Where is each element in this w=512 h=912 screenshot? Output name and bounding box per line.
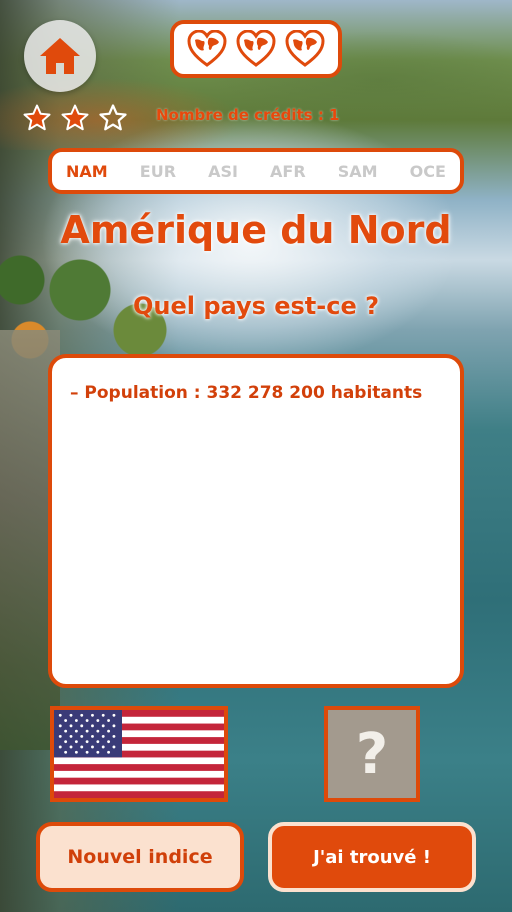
mystery-card[interactable]: ? <box>324 706 420 802</box>
tab-asi[interactable]: ASI <box>208 162 238 181</box>
question-text: Quel pays est-ce ? <box>132 292 380 320</box>
star-empty-icon <box>99 104 127 131</box>
heart-globe-icon <box>285 30 325 67</box>
us-flag-icon <box>54 710 224 798</box>
hints-panel: – Population : 332 278 200 habitants <box>48 354 464 688</box>
heart-globe-icon <box>236 30 276 67</box>
tab-sam[interactable]: SAM <box>338 162 378 181</box>
tab-afr[interactable]: AFR <box>270 162 306 181</box>
flag-card[interactable] <box>50 706 228 802</box>
home-button[interactable] <box>24 20 96 92</box>
rating-stars <box>22 102 128 134</box>
heart-globe-icon <box>187 30 227 67</box>
star-filled-icon <box>61 104 89 131</box>
lives-panel <box>170 20 342 78</box>
region-tabs: NAM EUR ASI AFR SAM OCE <box>48 148 464 194</box>
credits-label: Nombre de crédits : 1 <box>156 106 340 124</box>
hint-item: – Population : 332 278 200 habitants <box>70 383 423 403</box>
home-icon <box>40 38 80 74</box>
tab-nam[interactable]: NAM <box>66 162 108 181</box>
question-mark-icon: ? <box>355 721 389 787</box>
tab-oce[interactable]: OCE <box>410 162 446 181</box>
tab-eur[interactable]: EUR <box>140 162 176 181</box>
star-filled-icon <box>23 104 51 131</box>
found-button[interactable]: J'ai trouvé ! <box>268 822 476 892</box>
new-hint-button[interactable]: Nouvel indice <box>36 822 244 892</box>
region-title: Amérique du Nord <box>60 208 452 252</box>
